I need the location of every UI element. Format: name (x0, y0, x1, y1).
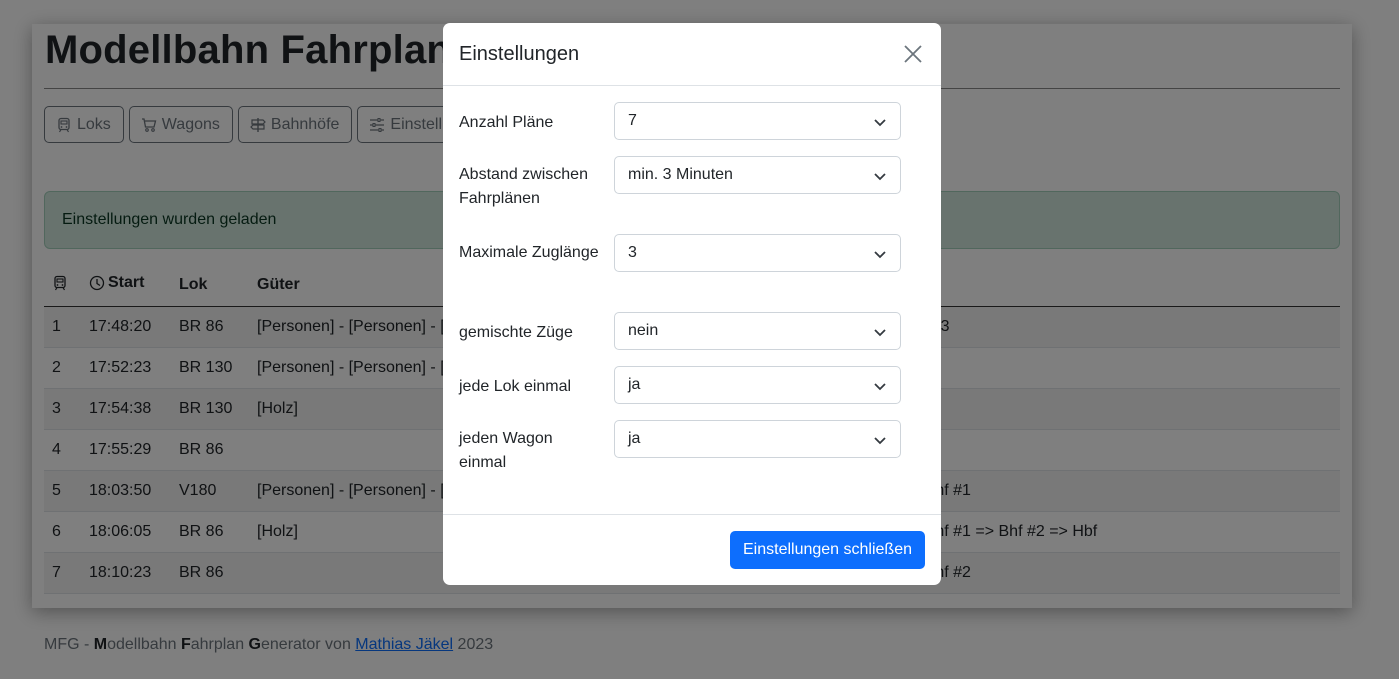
chevron-down-icon (874, 329, 886, 337)
settings-modal: Einstellungen Anzahl Pläne 7 Abstand zwi… (443, 23, 941, 585)
chevron-down-icon (874, 173, 886, 181)
modal-header: Einstellungen (443, 23, 941, 86)
gemischte-zuege-select[interactable]: nein (614, 312, 901, 350)
setting-label: gemischte Züge (459, 324, 573, 341)
setting-label: Abstand zwischen Fahrplänen (459, 166, 588, 207)
chevron-down-icon (874, 383, 886, 391)
modal-body: Anzahl Pläne 7 Abstand zwischen Fahrplän… (443, 86, 941, 514)
setting-label: Maximale Zuglänge (459, 244, 599, 261)
setting-label: Anzahl Pläne (459, 114, 554, 131)
chevron-down-icon (874, 251, 886, 259)
close-button[interactable] (901, 42, 925, 66)
chevron-down-icon (874, 437, 886, 445)
anzahl-plaene-select[interactable]: 7 (614, 102, 901, 140)
close-settings-button[interactable]: Einstellungen schließen (730, 531, 925, 569)
jeden-wagon-select[interactable]: ja (614, 420, 901, 458)
abstand-select[interactable]: min. 3 Minuten (614, 156, 901, 194)
close-icon (904, 45, 922, 63)
zuglaenge-select[interactable]: 3 (614, 234, 901, 272)
jede-lok-select[interactable]: ja (614, 366, 901, 404)
setting-label: jede Lok einmal (459, 378, 572, 395)
modal-title: Einstellungen (459, 42, 580, 65)
chevron-down-icon (874, 119, 886, 127)
modal-footer: Einstellungen schließen (443, 514, 941, 585)
setting-label: jeden Wagon einmal (459, 430, 553, 471)
